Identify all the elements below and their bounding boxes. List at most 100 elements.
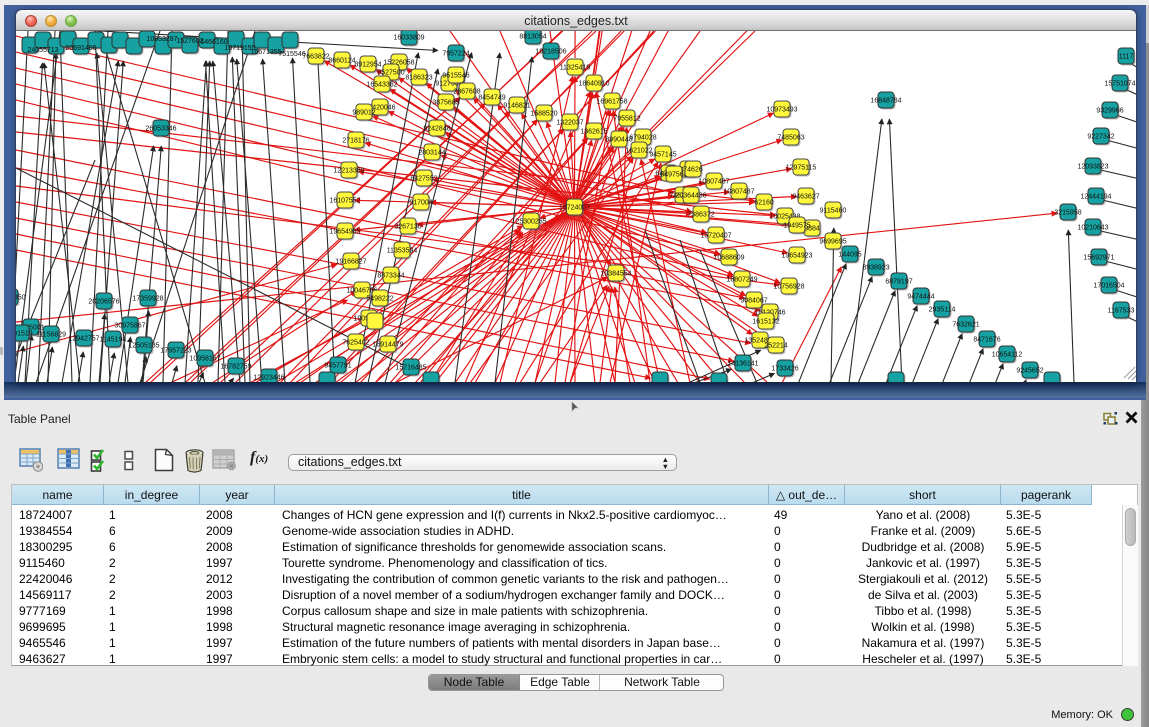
- svg-text:16107552: 16107552: [329, 198, 360, 205]
- svg-text:16782759: 16782759: [220, 364, 251, 371]
- svg-text:9329966: 9329966: [1096, 108, 1123, 115]
- svg-text:11353594: 11353594: [387, 248, 418, 255]
- svg-text:2867608: 2867608: [453, 89, 480, 96]
- svg-text:12444194: 12444194: [1080, 194, 1111, 201]
- svg-text:8912954: 8912954: [354, 62, 381, 69]
- svg-text:7515546: 7515546: [278, 51, 305, 58]
- svg-text:252214: 252214: [764, 343, 787, 350]
- svg-text:24055713: 24055713: [27, 47, 58, 54]
- svg-text:9699695: 9699695: [819, 239, 846, 246]
- svg-text:9515546: 9515546: [442, 73, 469, 80]
- svg-text:62160: 62160: [754, 200, 774, 207]
- svg-text:15692971: 15692971: [1083, 255, 1114, 262]
- svg-text:12505135: 12505135: [128, 343, 159, 350]
- svg-text:9115460: 9115460: [820, 208, 847, 215]
- svg-text:30975867: 30975867: [114, 323, 145, 330]
- svg-text:9242848: 9242848: [423, 126, 450, 133]
- svg-text:16671355: 16671355: [250, 49, 281, 56]
- svg-text:26053346: 26053346: [145, 126, 176, 133]
- svg-text:10654112: 10654112: [992, 352, 1023, 359]
- svg-text:1615132: 1615132: [752, 319, 779, 326]
- svg-text:12975115: 12975115: [786, 165, 817, 172]
- svg-text:8427552: 8427552: [410, 176, 437, 183]
- svg-text:7625402: 7625402: [342, 340, 369, 347]
- svg-text:74626: 74626: [683, 167, 703, 174]
- svg-text:11156829: 11156829: [36, 332, 66, 339]
- svg-text:15720407: 15720407: [700, 233, 731, 240]
- svg-text:12213389: 12213389: [333, 168, 364, 175]
- svg-text:12093823: 12093823: [1077, 164, 1108, 171]
- svg-text:17016504: 17016504: [1093, 283, 1124, 290]
- svg-text:19384554: 19384554: [600, 271, 631, 278]
- svg-text:19654923: 19654923: [781, 253, 812, 260]
- svg-text:391519: 391519: [16, 331, 33, 338]
- svg-text:1949575: 1949575: [783, 223, 810, 230]
- svg-text:1733426: 1733426: [771, 366, 798, 373]
- svg-text:8186323: 8186323: [405, 75, 432, 82]
- svg-text:6794028: 6794028: [629, 135, 656, 142]
- svg-text:10688609: 10688609: [713, 255, 744, 262]
- svg-text:2935114: 2935114: [929, 307, 956, 314]
- svg-text:20206576: 20206576: [88, 299, 119, 306]
- svg-text:1117: 1117: [1119, 54, 1134, 61]
- svg-text:8471676: 8471676: [973, 337, 1000, 344]
- svg-text:8938923: 8938923: [862, 265, 889, 272]
- svg-text:9474444: 9474444: [907, 294, 934, 301]
- svg-text:14136141: 14136141: [727, 361, 758, 368]
- svg-text:10807487: 10807487: [723, 189, 754, 196]
- svg-text:7663822: 7663822: [302, 54, 329, 61]
- svg-text:9245652: 9245652: [1016, 368, 1043, 375]
- svg-text:1362615: 1362615: [580, 129, 607, 136]
- svg-text:15751074: 15751074: [1104, 81, 1135, 88]
- svg-text:10853287: 10853287: [146, 36, 177, 43]
- svg-text:10807487: 10807487: [698, 179, 729, 186]
- svg-text:25300265: 25300265: [515, 219, 546, 226]
- svg-text:3215958: 3215958: [1054, 210, 1081, 217]
- svg-text:1145194: 1145194: [100, 337, 127, 344]
- svg-text:1167533: 1167533: [1108, 308, 1135, 315]
- svg-text:20691406: 20691406: [65, 45, 96, 52]
- svg-text:7485063: 7485063: [777, 135, 804, 142]
- svg-text:9084067: 9084067: [740, 298, 767, 305]
- svg-text:9227342: 9227342: [1087, 134, 1114, 141]
- svg-text:989012: 989012: [352, 110, 375, 117]
- svg-text:16543362: 16543362: [366, 82, 397, 89]
- svg-text:10210643: 10210643: [1077, 225, 1108, 232]
- svg-text:17359928: 17359928: [132, 296, 163, 303]
- svg-text:18724007: 18724007: [559, 205, 590, 212]
- svg-text:917004: 917004: [409, 200, 432, 207]
- svg-text:11325419: 11325419: [560, 65, 591, 72]
- svg-text:10958167: 10958167: [189, 356, 220, 363]
- svg-text:1588520: 1588520: [530, 111, 557, 118]
- svg-text:19218506: 19218506: [535, 49, 566, 56]
- svg-text:19654985: 19654985: [329, 229, 360, 236]
- svg-text:20364436: 20364436: [675, 193, 706, 200]
- svg-text:7955812: 7955812: [613, 116, 640, 123]
- svg-text:17957223: 17957223: [160, 348, 191, 355]
- svg-text:2803144: 2803144: [418, 150, 445, 157]
- svg-text:10756928: 10756928: [773, 284, 804, 291]
- svg-text:8660124: 8660124: [328, 58, 355, 65]
- svg-text:8813054: 8813054: [519, 34, 546, 41]
- svg-text:15716485: 15716485: [395, 365, 426, 372]
- svg-text:9146821: 9146821: [503, 103, 530, 110]
- svg-text:3267130: 3267130: [394, 224, 421, 231]
- svg-text:9457145: 9457145: [649, 152, 676, 159]
- svg-text:12923446: 12923446: [253, 375, 284, 382]
- svg-text:10973493: 10973493: [766, 107, 797, 114]
- svg-text:9463627: 9463627: [792, 194, 819, 201]
- svg-text:12942757: 12942757: [68, 336, 99, 343]
- svg-text:18640910: 18640910: [578, 81, 609, 88]
- svg-text:1322037: 1322037: [556, 120, 583, 127]
- svg-text:144095: 144095: [838, 252, 861, 259]
- svg-text:8873344: 8873344: [377, 273, 404, 280]
- svg-text:7632621: 7632621: [952, 322, 979, 329]
- svg-text:6879197: 6879197: [885, 279, 912, 286]
- svg-text:8454749: 8454749: [478, 95, 505, 102]
- svg-text:2718176: 2718176: [342, 138, 369, 145]
- svg-text:5498222: 5498222: [366, 296, 393, 303]
- svg-text:16033809: 16033809: [393, 35, 424, 42]
- svg-text:26260350: 26260350: [16, 295, 26, 302]
- svg-text:16848784: 16848784: [870, 98, 901, 105]
- svg-text:18807249: 18807249: [726, 277, 757, 284]
